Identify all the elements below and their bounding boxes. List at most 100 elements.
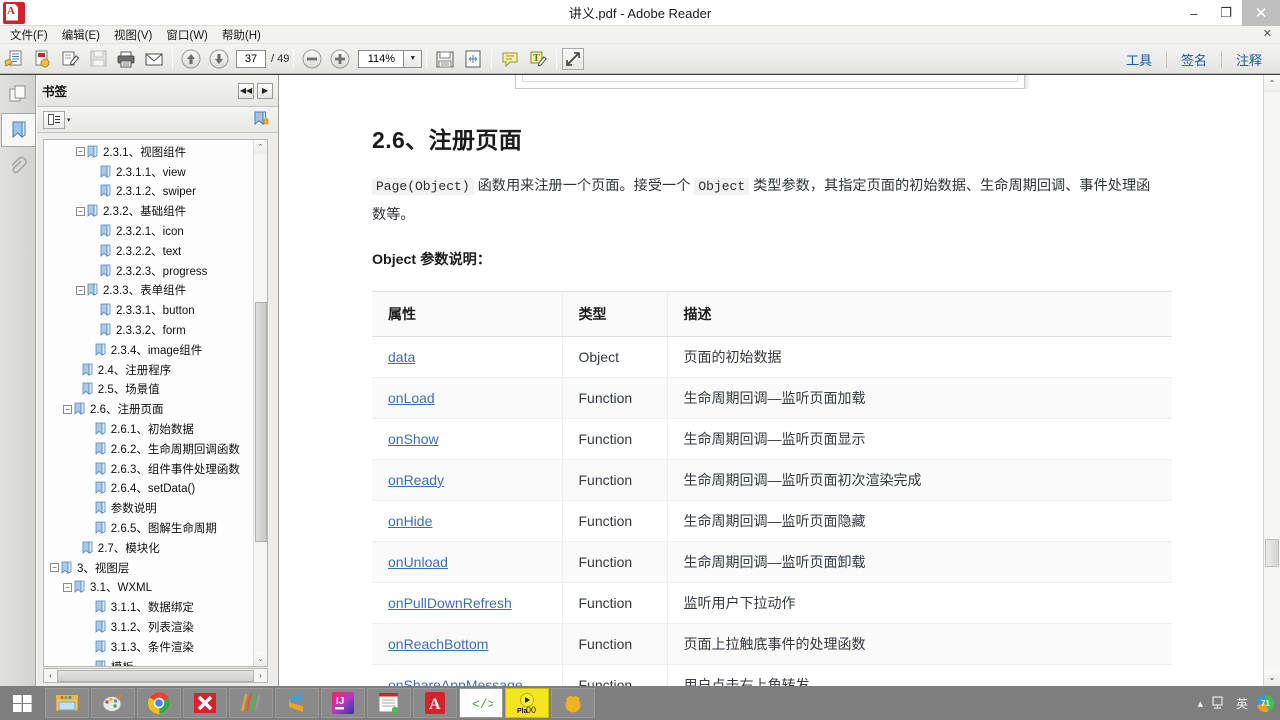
zoom-in-icon[interactable]	[327, 47, 353, 71]
bookmark-item[interactable]: − 2.6、注册页面	[44, 399, 254, 419]
page-thumbnails-icon[interactable]	[1, 77, 35, 111]
attribute-link[interactable]: data	[388, 349, 415, 365]
email-icon[interactable]	[141, 47, 167, 71]
file-explorer-icon[interactable]	[45, 688, 89, 718]
new-bookmark-icon[interactable]	[252, 111, 272, 129]
bookmark-item[interactable]: 2.3.2.1、icon	[44, 221, 254, 241]
bookmark-item[interactable]: 2.3.2.3、progress	[44, 261, 254, 281]
minimize-button[interactable]: –	[1178, 0, 1210, 26]
previous-page-icon[interactable]	[178, 47, 204, 71]
doc-scrollbar-thumb[interactable]	[1265, 539, 1279, 567]
menu-edit[interactable]: 编辑(E)	[55, 26, 107, 44]
paint-icon[interactable]	[91, 688, 135, 718]
tree-expander-icon[interactable]: −	[76, 285, 85, 295]
maximize-button[interactable]: ❐	[1210, 0, 1242, 26]
bookmark-item[interactable]: 模板	[44, 657, 254, 666]
menu-help[interactable]: 帮助(H)	[215, 26, 268, 44]
attachments-icon[interactable]	[1, 149, 35, 183]
expand-panel-button[interactable]: ▶	[257, 82, 273, 99]
hscrollbar-thumb[interactable]	[57, 669, 254, 682]
hscroll-left-button[interactable]: ‹	[44, 669, 57, 682]
tools-link[interactable]: 工具	[1112, 50, 1166, 69]
status-badge[interactable]: 71	[1257, 694, 1274, 712]
bookmark-item[interactable]: − 3.1、WXML	[44, 578, 254, 598]
attribute-link[interactable]: onShow	[388, 431, 439, 447]
zoom-level-input[interactable]: 114%	[358, 49, 405, 68]
bookmark-item[interactable]: 2.3.3.1、button	[44, 300, 254, 320]
bookmark-item[interactable]: 2.6.3、组件事件处理函数	[44, 459, 254, 479]
sticky-note-icon[interactable]	[497, 47, 523, 71]
orange-app-icon[interactable]	[551, 688, 595, 718]
collapse-panel-button[interactable]: ◀◀	[238, 82, 254, 99]
bookmark-item[interactable]: 2.6.1、初始数据	[44, 419, 254, 439]
xmind-icon[interactable]	[183, 688, 227, 718]
bookmarks-scrollbar[interactable]: ⌃ ⌄	[253, 140, 267, 666]
chrome-icon[interactable]	[137, 688, 181, 718]
open-file-icon[interactable]	[1, 47, 27, 71]
bookmark-item[interactable]: − 2.3.1、视图组件	[44, 142, 254, 162]
comment-link[interactable]: 注释	[1222, 50, 1276, 69]
bookmark-item[interactable]: 3.1.1、数据绑定	[44, 597, 254, 617]
bookmark-item[interactable]: 参数说明	[44, 498, 254, 518]
edit-pdf-icon[interactable]	[57, 47, 83, 71]
fit-page-icon[interactable]	[460, 47, 486, 71]
bookmark-item[interactable]: − 3、视图层	[44, 558, 254, 578]
intellij-idea-icon[interactable]: IJ	[321, 688, 365, 718]
menu-view[interactable]: 视图(V)	[107, 26, 159, 44]
bookmark-item[interactable]: 2.4、注册程序	[44, 360, 254, 380]
colorstrips-icon[interactable]	[229, 688, 273, 718]
scrollbar-thumb[interactable]	[255, 302, 267, 542]
network-icon[interactable]	[1212, 695, 1227, 712]
read-mode-icon[interactable]	[562, 47, 585, 70]
document-scrollbar[interactable]: ⌃ ⌄	[1263, 75, 1280, 686]
close-button[interactable]: ✕	[1242, 0, 1280, 26]
attribute-link[interactable]: onLoad	[388, 390, 435, 406]
attribute-link[interactable]: onHide	[388, 513, 432, 529]
ime-indicator[interactable]: 英	[1236, 695, 1248, 712]
bookmarks-tree[interactable]: − 2.3.1、视图组件 2.3.1.1、view 2.3.1.2、swiper − 2.…	[43, 139, 268, 667]
scroll-down-button[interactable]: ⌄	[254, 652, 267, 666]
tree-expander-icon[interactable]: −	[76, 206, 85, 216]
adobe-reader-icon[interactable]: A	[413, 688, 457, 718]
zoom-out-icon[interactable]	[299, 47, 325, 71]
bookmark-item[interactable]: 2.3.4、image组件	[44, 340, 254, 360]
chevron-down-icon[interactable]: ▼	[404, 49, 423, 68]
sign-link[interactable]: 签名	[1167, 50, 1221, 69]
bookmark-item[interactable]: 2.6.2、生命周期回调函数	[44, 439, 254, 459]
attribute-link[interactable]: onReachBottom	[388, 636, 488, 652]
bookmark-item[interactable]: 2.5、场景值	[44, 380, 254, 400]
tree-expander-icon[interactable]: −	[63, 404, 72, 414]
bookmarks-horizontal-scrollbar[interactable]: ‹ ›	[43, 668, 268, 683]
media-player-icon[interactable]: Pla 00	[505, 688, 549, 718]
scroll-up-button[interactable]: ⌃	[254, 140, 267, 154]
tray-expand-icon[interactable]: ▴	[1197, 697, 1203, 710]
attribute-link[interactable]: onShareAppMessage	[388, 677, 523, 686]
bookmark-item[interactable]: 2.6.4、setData()	[44, 479, 254, 499]
menu-file[interactable]: 文件(F)	[3, 26, 55, 44]
bookmark-item[interactable]: 2.3.1.2、swiper	[44, 182, 254, 202]
bookmark-item[interactable]: 3.1.2、列表渲染	[44, 617, 254, 637]
hscroll-right-button[interactable]: ›	[254, 669, 267, 682]
bookmark-item[interactable]: 2.6.5、图解生命周期	[44, 518, 254, 538]
chevron-down-icon[interactable]: ▾	[67, 116, 71, 124]
doc-scroll-down-button[interactable]: ⌄	[1264, 669, 1280, 686]
bookmark-item[interactable]: − 2.3.3、表单组件	[44, 281, 254, 301]
attribute-link[interactable]: onUnload	[388, 554, 448, 570]
tree-expander-icon[interactable]: −	[50, 563, 59, 573]
attribute-link[interactable]: onReady	[388, 472, 444, 488]
notepad-icon[interactable]	[367, 688, 411, 718]
menubar-close-icon[interactable]: ✕	[1263, 27, 1272, 40]
bookmark-item[interactable]: 2.3.3.2、form	[44, 320, 254, 340]
bookmark-item[interactable]: 3.1.3、条件渲染	[44, 637, 254, 657]
create-pdf-icon[interactable]	[29, 47, 55, 71]
tree-expander-icon[interactable]: −	[63, 582, 72, 592]
document-view[interactable]: 2.6、注册页面 Page(Object) 函数用来注册一个页面。接受一个 Ob…	[280, 75, 1280, 686]
attribute-link[interactable]: onPullDownRefresh	[388, 595, 512, 611]
windows-logo-icon[interactable]	[0, 686, 44, 720]
menu-window[interactable]: 窗口(W)	[159, 26, 215, 44]
tree-expander-icon[interactable]: −	[76, 147, 85, 157]
bookmarks-icon[interactable]	[1, 113, 35, 147]
bookmark-options-button[interactable]	[43, 110, 65, 129]
bookmark-item[interactable]: 2.3.1.1、view	[44, 162, 254, 182]
code-editor-icon[interactable]: </>	[459, 688, 503, 718]
